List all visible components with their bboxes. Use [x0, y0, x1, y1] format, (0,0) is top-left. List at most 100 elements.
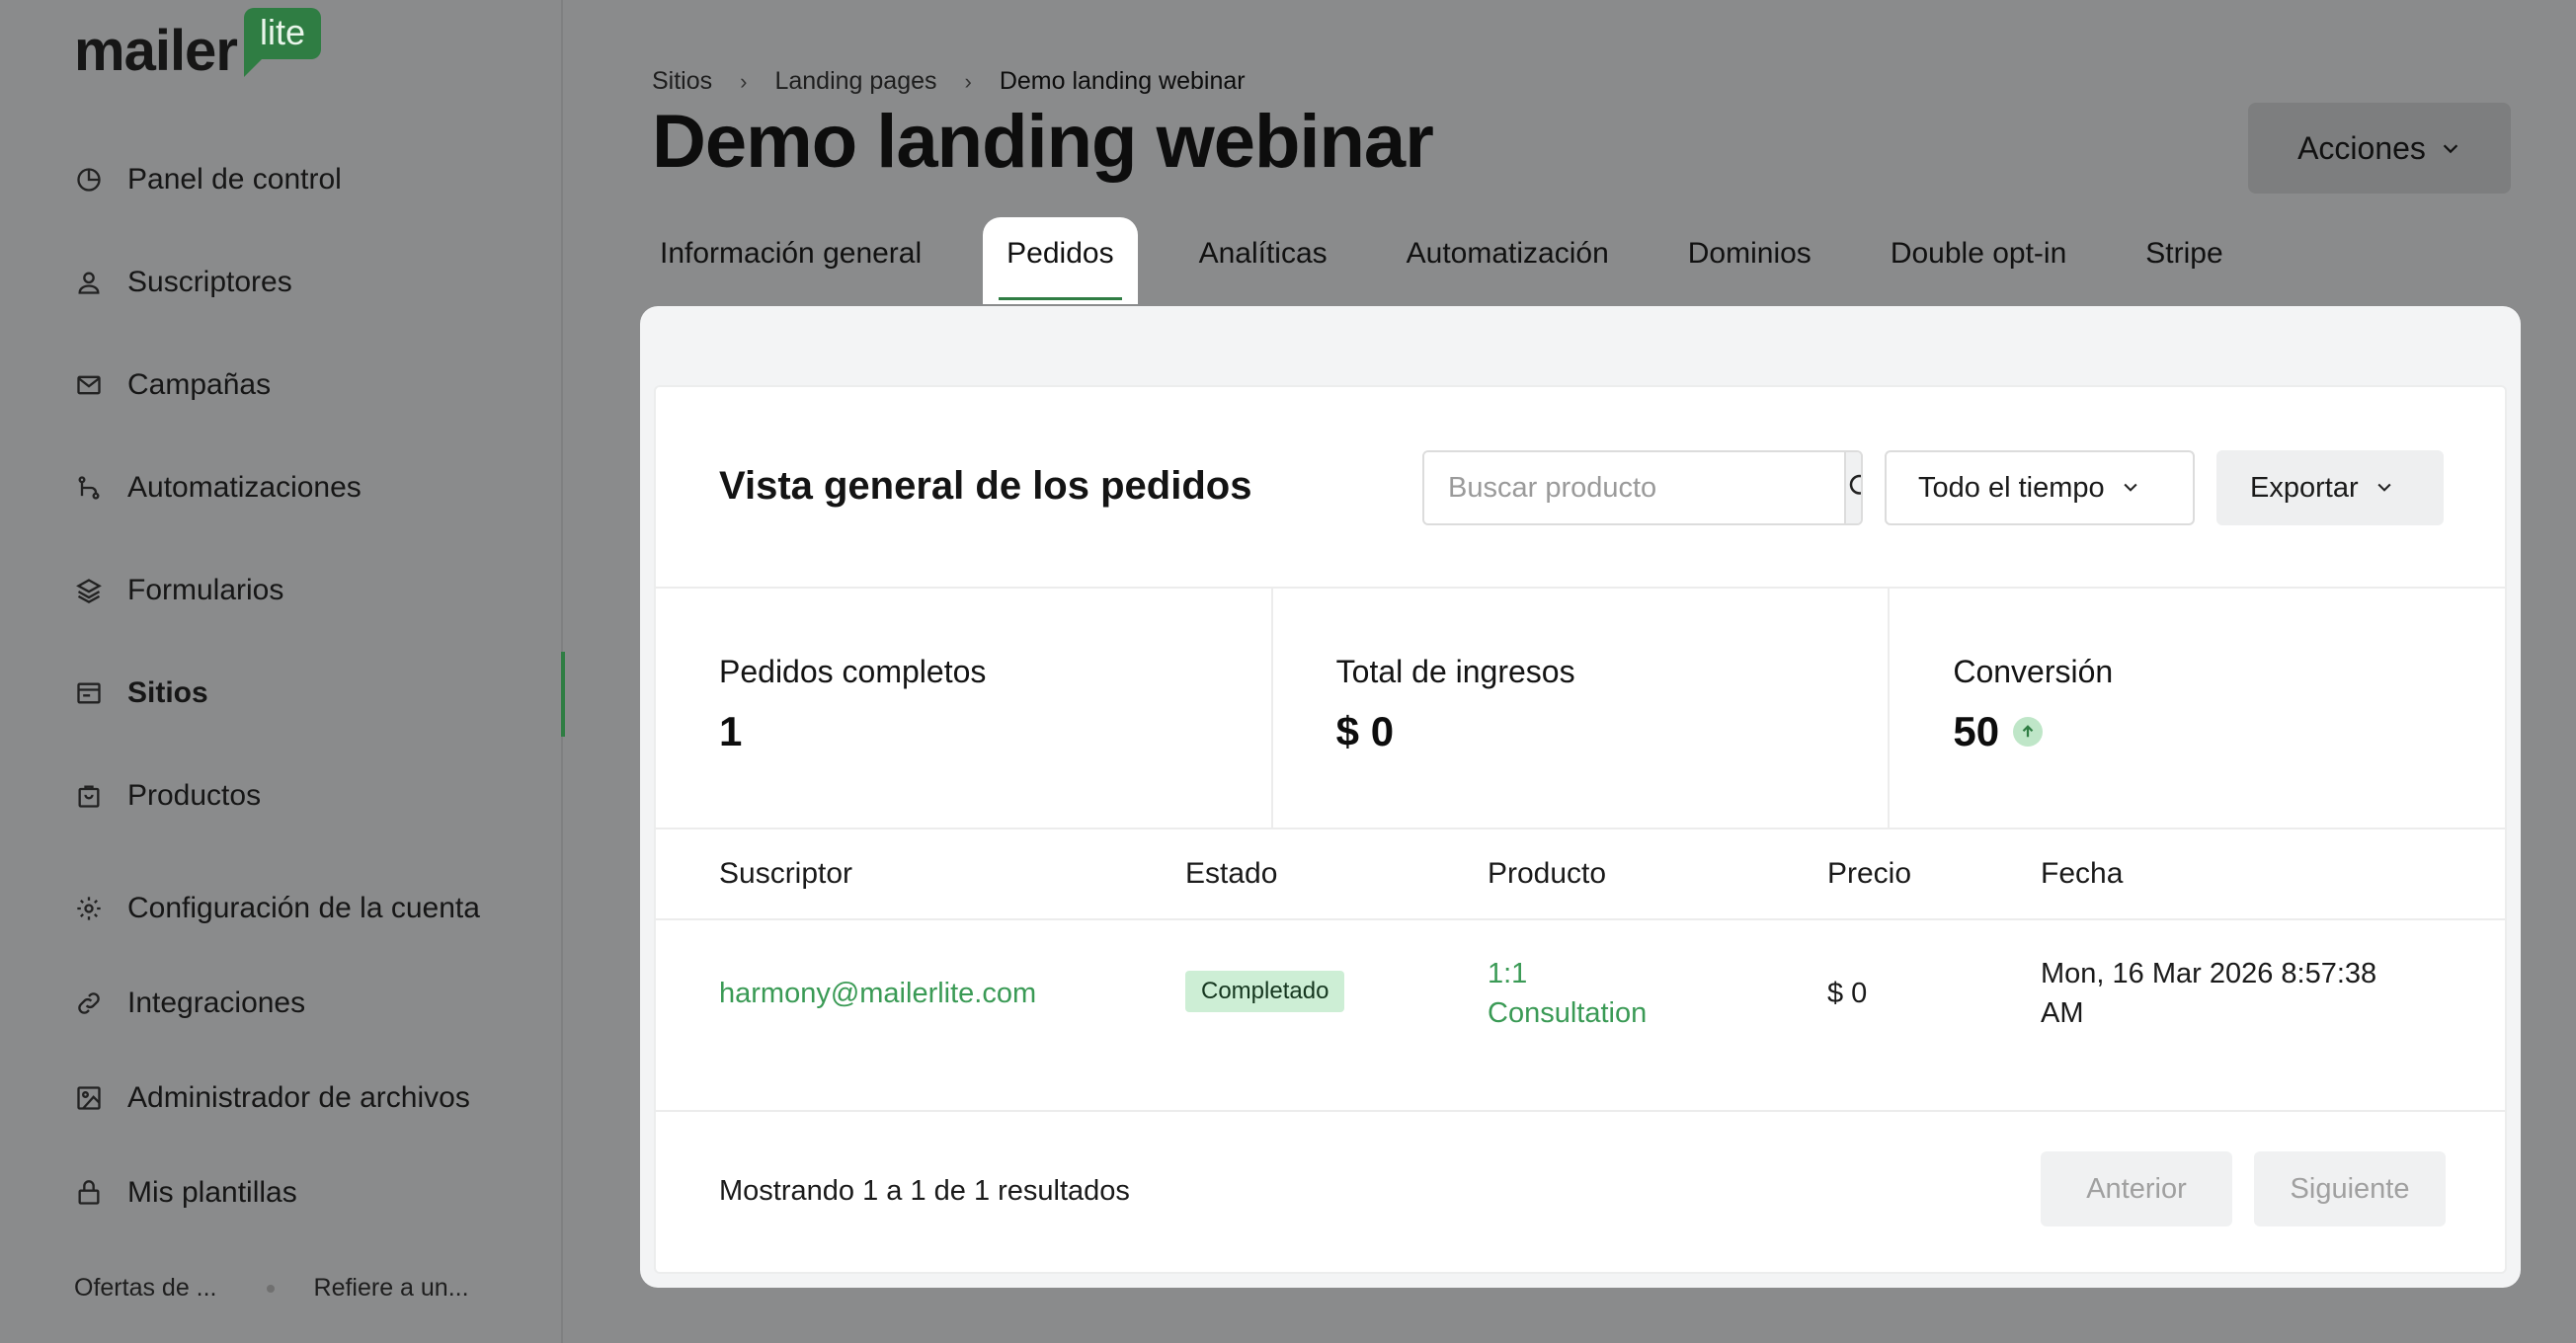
sidebar-item-label: Configuración de la cuenta [127, 892, 480, 924]
sidebar-secondary-nav: Configuración de la cuenta Integraciones… [0, 861, 563, 1240]
tab-pedidos[interactable]: Pedidos [983, 217, 1138, 304]
tab-analiticas[interactable]: Analíticas [1181, 217, 1345, 304]
arrow-up-icon [2013, 717, 2044, 747]
stat-conversion: Conversión 50 [1890, 589, 2505, 828]
stat-number: $ 0 [1335, 708, 1395, 754]
stat-value: 50 [1953, 708, 2505, 755]
sidebar-item-label: Panel de control [127, 163, 342, 196]
clock-icon [74, 165, 104, 195]
stat-completed-orders: Pedidos completos 1 [656, 589, 1273, 828]
browser-icon [74, 678, 104, 708]
tabs-bar: Información general Pedidos Analíticas A… [642, 217, 2285, 306]
app-root: mailer lite Panel de control Suscriptore… [0, 0, 2576, 1343]
image-icon [74, 1083, 104, 1113]
breadcrumb-landing-pages[interactable]: Landing pages [774, 67, 936, 96]
stat-label: Total de ingresos [1335, 654, 1575, 689]
page-title: Demo landing webinar [652, 100, 1434, 184]
template-icon [74, 1178, 104, 1208]
layers-icon [74, 576, 104, 605]
tab-dominios[interactable]: Dominios [1670, 217, 1829, 304]
tab-automatizacion[interactable]: Automatización [1389, 217, 1627, 304]
breadcrumb: Sitios › Landing pages › Demo landing we… [652, 67, 1246, 96]
offers-link[interactable]: Ofertas de ... [74, 1274, 217, 1303]
sidebar-item-label: Sitios [127, 676, 208, 709]
mail-icon [74, 370, 104, 400]
column-header-producto[interactable]: Producto [1488, 857, 1606, 891]
sidebar-item-formularios[interactable]: Formularios [0, 539, 563, 642]
chevron-right-icon: › [740, 68, 748, 94]
price-cell: $ 0 [1827, 978, 1868, 1009]
chevron-down-icon [2121, 472, 2140, 505]
table-row: harmony@mailerlite.com Completado 1:1 Co… [656, 920, 2505, 1112]
sidebar-item-label: Formularios [127, 574, 284, 606]
sidebar-item-label: Campañas [127, 368, 272, 401]
orders-card: Vista general de los pedidos Todo el tie… [654, 385, 2507, 1274]
stat-label: Conversión [1953, 654, 2114, 689]
period-select-value: Todo el tiempo [1918, 471, 2105, 504]
next-page-button[interactable]: Siguiente [2254, 1151, 2446, 1226]
period-select[interactable]: Todo el tiempo [1885, 450, 2195, 525]
sidebar-item-label: Suscriptores [127, 266, 292, 298]
link-icon [74, 988, 104, 1018]
column-header-suscriptor[interactable]: Suscriptor [719, 857, 852, 891]
tab-informacion-general[interactable]: Información general [642, 217, 939, 304]
column-header-precio[interactable]: Precio [1827, 857, 1911, 891]
sidebar-item-archivos[interactable]: Administrador de archivos [0, 1051, 563, 1146]
bag-icon [74, 781, 104, 811]
stat-value: $ 0 [1336, 708, 1889, 755]
sidebar-item-configuracion[interactable]: Configuración de la cuenta [0, 861, 563, 956]
sidebar-item-label: Productos [127, 779, 262, 812]
sidebar-item-panel-de-control[interactable]: Panel de control [0, 128, 563, 231]
sidebar-item-sitios[interactable]: Sitios [0, 642, 565, 745]
column-header-estado[interactable]: Estado [1185, 857, 1277, 891]
date-line2: AM [2041, 997, 2084, 1029]
sidebar-item-label: Administrador de archivos [127, 1081, 470, 1114]
product-link[interactable]: 1:1 Consultation [1488, 954, 1647, 1033]
product-search [1422, 450, 1863, 525]
column-header-fecha[interactable]: Fecha [2041, 857, 2123, 891]
sidebar-item-suscriptores[interactable]: Suscriptores [0, 231, 563, 334]
breadcrumb-sitios[interactable]: Sitios [652, 67, 712, 96]
date-cell: Mon, 16 Mar 2026 8:57:38 AM [2041, 954, 2376, 1033]
sidebar-item-automatizaciones[interactable]: Automatizaciones [0, 436, 563, 539]
actions-button-label: Acciones [2297, 129, 2426, 166]
date-line1: Mon, 16 Mar 2026 8:57:38 [2041, 958, 2377, 989]
sidebar-item-label: Integraciones [127, 987, 306, 1019]
footer-separator-dot [266, 1284, 275, 1293]
sidebar-item-label: Automatizaciones [127, 471, 362, 504]
refer-link[interactable]: Refiere a un... [314, 1274, 469, 1303]
stat-number: 1 [719, 708, 743, 754]
subscriber-email-link[interactable]: harmony@mailerlite.com [719, 974, 1036, 1013]
search-input[interactable] [1424, 452, 1844, 523]
gear-icon [74, 894, 104, 923]
sidebar-item-campanas[interactable]: Campañas [0, 334, 563, 436]
product-name-line1: 1:1 [1488, 958, 1528, 989]
logo-wordmark: mailer [74, 19, 238, 83]
actions-button[interactable]: Acciones [2248, 103, 2511, 194]
stat-number: 50 [1953, 708, 2000, 754]
orders-card-header: Vista general de los pedidos Todo el tie… [656, 387, 2505, 589]
export-button[interactable]: Exportar [2216, 450, 2444, 525]
pagination-summary: Mostrando 1 a 1 de 1 resultados [719, 1175, 1130, 1207]
previous-page-button[interactable]: Anterior [2041, 1151, 2232, 1226]
stat-total-revenue: Total de ingresos $ 0 [1273, 589, 1891, 828]
sidebar-item-label: Mis plantillas [127, 1176, 297, 1209]
sidebar-footer: Ofertas de ... Refiere a un... [74, 1274, 469, 1303]
sidebar-item-plantillas[interactable]: Mis plantillas [0, 1146, 563, 1240]
search-button[interactable] [1844, 452, 1861, 523]
chevron-down-icon [2375, 472, 2394, 505]
status-badge: Completado [1185, 971, 1345, 1012]
orders-stats: Pedidos completos 1 Total de ingresos $ … [656, 589, 2505, 830]
chevron-down-icon [2440, 130, 2461, 167]
logo-badge: lite [244, 8, 321, 77]
user-icon [74, 268, 104, 297]
tab-double-opt-in[interactable]: Double opt-in [1873, 217, 2084, 304]
sidebar-item-integraciones[interactable]: Integraciones [0, 956, 563, 1051]
sidebar: mailer lite Panel de control Suscriptore… [0, 0, 565, 1343]
stat-value: 1 [719, 708, 1271, 755]
tab-stripe[interactable]: Stripe [2128, 217, 2240, 304]
sidebar-item-productos[interactable]: Productos [0, 745, 563, 847]
orders-panel: Vista general de los pedidos Todo el tie… [640, 306, 2521, 1288]
export-button-label: Exportar [2250, 471, 2359, 504]
search-icon [1846, 471, 1861, 506]
